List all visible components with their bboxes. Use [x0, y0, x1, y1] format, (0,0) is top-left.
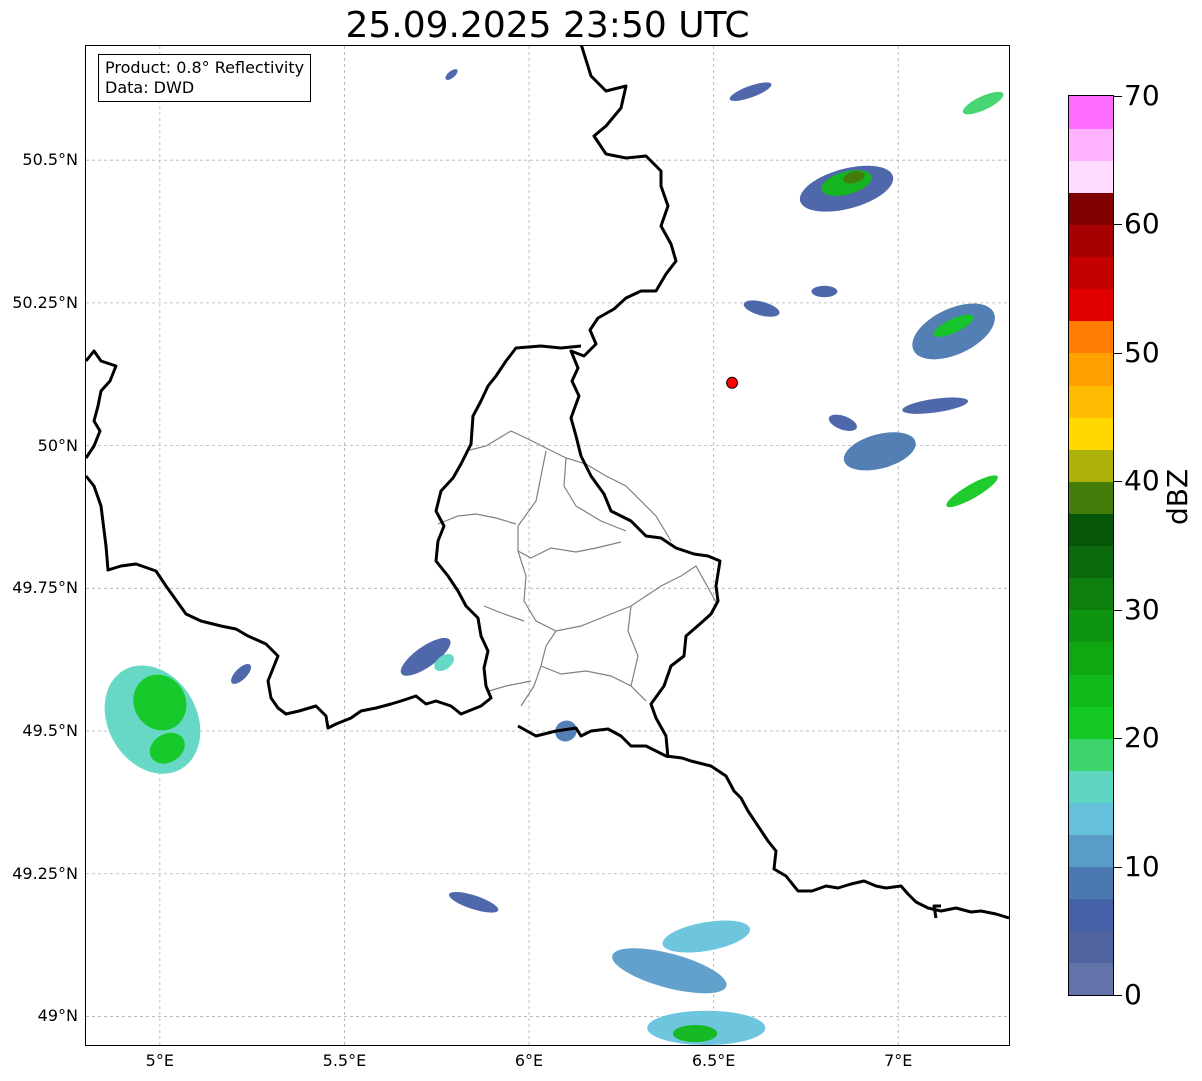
colorbar-tick-7 — [1114, 96, 1122, 97]
colorbar-segment-12 — [1069, 577, 1113, 611]
echo-cell-11 — [673, 1025, 718, 1043]
colorbar-segment-11 — [1069, 609, 1113, 643]
colorbar-tick-label-7: 70 — [1124, 79, 1160, 112]
lon-tick-label-4: 7°E — [884, 1051, 913, 1070]
colorbar-tick-3 — [1114, 609, 1122, 611]
echo-cell-24 — [946, 475, 998, 508]
lat-tick-label-5: 50.25°N — [12, 292, 78, 312]
colorbar-segment-25 — [1069, 160, 1113, 193]
echo-cell-23 — [902, 397, 969, 414]
colorbar-segment-8 — [1069, 706, 1113, 739]
echo-cell-21 — [843, 432, 916, 471]
echo-cell-17 — [811, 285, 838, 298]
echo-cell-9 — [662, 920, 750, 953]
colorbar-tick-label-1: 10 — [1124, 849, 1160, 883]
radar-map[interactable] — [85, 45, 1010, 1046]
lat-tick-label-1: 49.25°N — [12, 863, 78, 883]
lat-tick-label-2: 49.5°N — [22, 721, 78, 741]
colorbar-segment-4 — [1069, 834, 1113, 868]
lon-tick-label-0: 5°E — [145, 1051, 174, 1070]
colorbar-tick-label-0: 0 — [1124, 978, 1142, 1011]
echo-cell-25 — [445, 69, 458, 80]
colorbar-tick-0 — [1114, 995, 1122, 996]
colorbar — [1068, 95, 1114, 996]
echo-cell-6 — [448, 891, 499, 913]
colorbar-tick-label-3: 30 — [1124, 592, 1160, 626]
colorbar-segment-2 — [1069, 898, 1113, 932]
colorbar-segment-13 — [1069, 545, 1113, 579]
colorbar-tick-4 — [1114, 481, 1122, 483]
colorbar-tick-2 — [1114, 738, 1122, 740]
colorbar-segment-23 — [1069, 224, 1113, 258]
colorbar-segment-27 — [1069, 96, 1113, 129]
colorbar-tick-label-5: 50 — [1124, 335, 1160, 369]
colorbar-segment-3 — [1069, 866, 1113, 900]
info-legend: Product: 0.8° Reflectivity Data: DWD — [98, 54, 312, 102]
echo-cell-12 — [729, 82, 772, 101]
lat-tick-label-3: 49.75°N — [12, 578, 78, 598]
lat-tick-label-0: 49°N — [37, 1006, 78, 1026]
colorbar-tick-5 — [1114, 352, 1122, 354]
colorbar-tick-label-2: 20 — [1124, 721, 1160, 755]
colorbar-segment-24 — [1069, 192, 1113, 226]
lat-tick-label-4: 50°N — [37, 435, 78, 455]
colorbar-tick-label-4: 40 — [1124, 464, 1160, 498]
colorbar-segment-6 — [1069, 770, 1113, 803]
colorbar-segment-26 — [1069, 128, 1113, 161]
colorbar-segment-16 — [1069, 449, 1113, 482]
colorbar-segment-20 — [1069, 320, 1113, 354]
echo-cell-16 — [962, 91, 1004, 115]
map-title: 25.09.2025 23:50 UTC — [345, 5, 750, 46]
data-source-label: Data: DWD — [105, 78, 195, 97]
colorbar-segment-5 — [1069, 802, 1113, 836]
lon-tick-label-3: 6.5°E — [691, 1051, 736, 1070]
reflectivity-echoes — [104, 69, 1004, 1045]
echo-cell-3 — [231, 663, 252, 684]
colorbar-segment-18 — [1069, 384, 1113, 418]
colorbar-segment-22 — [1069, 256, 1113, 290]
lon-tick-label-2: 6°E — [514, 1051, 544, 1070]
colorbar-segment-14 — [1069, 513, 1113, 547]
colorbar-segment-0 — [1069, 962, 1113, 995]
colorbar-tick-label-6: 60 — [1124, 207, 1160, 241]
colorbar-segment-15 — [1069, 481, 1113, 514]
colorbar-tick-6 — [1114, 224, 1122, 226]
colorbar-unit: dBZ — [1161, 468, 1194, 525]
colorbar-segment-1 — [1069, 930, 1113, 964]
colorbar-segment-17 — [1069, 417, 1113, 450]
colorbar-segment-7 — [1069, 738, 1113, 771]
colorbar-segment-21 — [1069, 288, 1113, 322]
lat-tick-label-6: 50.5°N — [22, 150, 78, 170]
echo-cell-22 — [828, 414, 857, 431]
echo-cell-18 — [743, 300, 780, 317]
colorbar-tick-1 — [1114, 866, 1122, 868]
lon-tick-label-1: 5.5°E — [322, 1051, 367, 1070]
product-label: Product: 0.8° Reflectivity — [105, 58, 305, 77]
colorbar-segment-19 — [1069, 352, 1113, 386]
colorbar-segment-10 — [1069, 641, 1113, 675]
radar-site-marker[interactable] — [726, 376, 739, 389]
colorbar-segment-9 — [1069, 673, 1113, 707]
